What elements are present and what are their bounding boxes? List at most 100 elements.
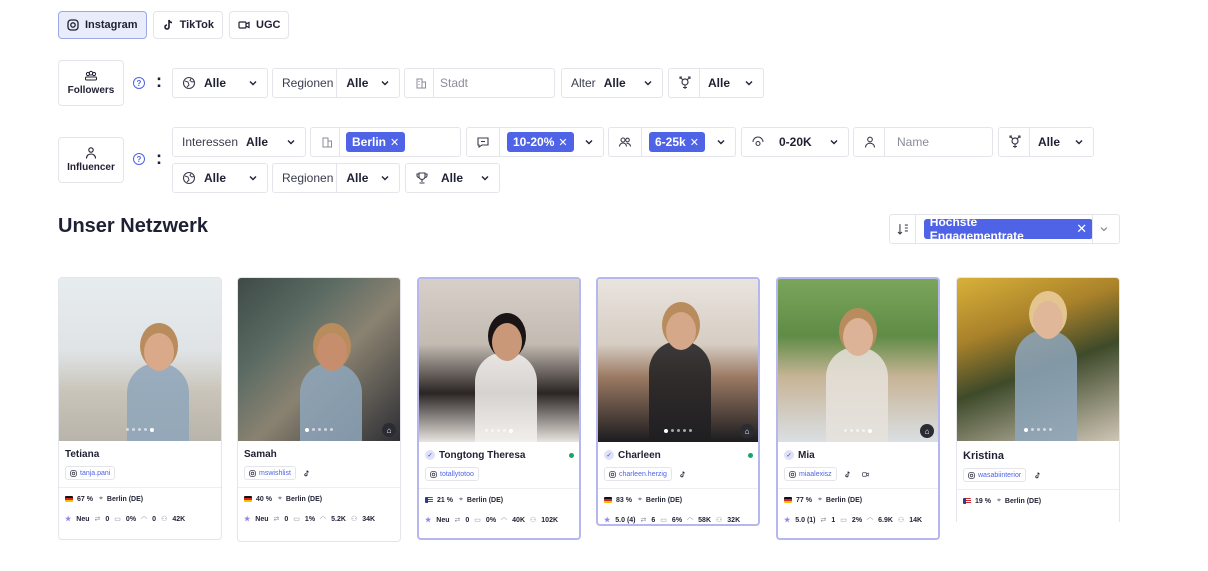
influencer-name-input[interactable]: Name — [853, 127, 993, 157]
divider — [336, 69, 337, 97]
carousel-dot[interactable] — [683, 429, 686, 432]
tiktok-link[interactable] — [841, 467, 855, 481]
influencer-card[interactable]: Kristina wasabiinterior 19 % ⌖ Berlin (DE) — [956, 277, 1120, 522]
remove-chip-icon[interactable]: ✕ — [1076, 221, 1087, 237]
influencer-card[interactable]: ⌂ ✓ Charleen charleen.herzig 83 % ⌖ Berlin (DE… — [596, 277, 760, 526]
person-silhouette — [826, 347, 888, 442]
carousel-dot[interactable] — [509, 429, 513, 433]
carousel-dot[interactable] — [144, 428, 147, 431]
influencer-photo[interactable] — [419, 279, 579, 442]
carousel-dot[interactable] — [497, 429, 500, 432]
carousel-dot[interactable] — [689, 429, 692, 432]
influencer-country-value: Alle — [204, 171, 227, 185]
influencer-engagement-select[interactable]: 10-20% ✕ — [466, 127, 604, 157]
carousel-dot[interactable] — [330, 428, 333, 431]
influencer-reach-select[interactable]: 0-20K — [741, 127, 849, 157]
germany-flag-icon — [65, 496, 73, 502]
remove-chip-icon[interactable]: ✕ — [390, 136, 399, 149]
carousel-dot[interactable] — [856, 429, 859, 432]
carousel-dot[interactable] — [1043, 428, 1046, 431]
card-body: ✓ Tongtong Theresa totallytotoo 21 % ⌖ Berlin… — [419, 442, 579, 531]
card-stats: ★ Neu ⇄ 0 ▭ 0% ◠ 0 ⚇ 42K — [65, 514, 216, 524]
engagement-filter-chip[interactable]: 10-20% ✕ — [507, 132, 574, 152]
tab-instagram[interactable]: Instagram — [58, 11, 147, 39]
tiktok-link[interactable] — [676, 467, 690, 481]
carousel-dot[interactable] — [150, 428, 154, 432]
influencer-card[interactable]: ✓ Tongtong Theresa totallytotoo 21 % ⌖ Berlin… — [417, 277, 581, 540]
influencer-photo[interactable]: ⌂ — [238, 278, 400, 441]
influencer-interests-select[interactable]: Interessen Alle — [172, 127, 306, 157]
carousel-dot[interactable] — [305, 428, 309, 432]
instagram-handle-link[interactable]: charleen.herzig — [604, 467, 672, 481]
influencer-country-select[interactable]: Alle — [172, 163, 268, 193]
carousel-dot[interactable] — [1024, 428, 1028, 432]
followers-age-select[interactable]: Alter Alle — [561, 68, 663, 98]
sort-chip[interactable]: Höchste Engagementrate ✕ — [923, 215, 1094, 243]
carousel-dot[interactable] — [132, 428, 135, 431]
carousel-dot[interactable] — [324, 428, 327, 431]
carousel-dot[interactable] — [1031, 428, 1034, 431]
face — [843, 318, 873, 357]
card-stats: ★ Neu ⇄ 0 ▭ 0% ◠ 40K ⚇ 102K — [425, 515, 574, 525]
instagram-handle-link[interactable]: wasabiinterior — [963, 468, 1027, 482]
tab-tiktok[interactable]: TikTok — [152, 11, 224, 39]
followers-filter-chip[interactable]: 6-25k ✕ — [649, 132, 705, 152]
carousel-dot[interactable] — [862, 429, 865, 432]
followers-help-icon[interactable]: ? — [133, 77, 145, 89]
comment-icon: ▭ — [660, 517, 667, 524]
carousel-dot[interactable] — [671, 429, 674, 432]
carousel-dot[interactable] — [312, 428, 315, 431]
influencer-photo[interactable] — [59, 278, 221, 441]
instagram-handle-link[interactable]: mswishlist — [244, 466, 296, 480]
influencer-card[interactable]: Tetiana tanja.pani 67 % ⌖ Berlin (DE) ★ Neu ⇄ 0 ▭… — [58, 277, 222, 540]
carousel-dot[interactable] — [126, 428, 129, 431]
instagram-handle-link[interactable]: miaalexisz — [784, 467, 837, 481]
influencer-city-input[interactable]: Berlin ✕ — [310, 127, 461, 157]
city-filter-chip[interactable]: Berlin ✕ — [346, 132, 406, 152]
influencer-gender-select[interactable]: Alle — [998, 127, 1094, 157]
rating: Neu — [255, 515, 269, 523]
remove-chip-icon[interactable]: ✕ — [558, 136, 567, 149]
followers-country-select[interactable]: Alle — [172, 68, 268, 98]
ugc-link[interactable] — [859, 467, 873, 481]
influencer-photo[interactable]: ⌂ — [778, 279, 938, 442]
face — [492, 323, 522, 361]
carousel-dot[interactable] — [868, 429, 872, 433]
followers-city-input[interactable]: Stadt — [404, 68, 555, 98]
tiktok-icon — [680, 470, 686, 477]
carousel-dot[interactable] — [485, 429, 488, 432]
followers-gender-select[interactable]: Alle — [668, 68, 764, 98]
sort-select[interactable]: Höchste Engagementrate ✕ — [889, 214, 1120, 244]
tiktok-link[interactable] — [1030, 468, 1044, 482]
users-icon: ⚇ — [350, 516, 358, 523]
instagram-handle-link[interactable]: tanja.pani — [65, 466, 116, 480]
carousel-dot[interactable] — [1049, 428, 1052, 431]
tiktok-link[interactable] — [300, 466, 314, 480]
carousel-dot[interactable] — [318, 428, 321, 431]
carousel-dot[interactable] — [503, 429, 506, 432]
influencer-award-select[interactable]: Alle — [405, 163, 500, 193]
influencer-regions-select[interactable]: Regionen Alle — [272, 163, 400, 193]
influencer-photo[interactable] — [957, 278, 1119, 441]
carousel-dot[interactable] — [1037, 428, 1040, 431]
carousel-dots — [485, 429, 513, 433]
influencer-followers-select[interactable]: 6-25k ✕ — [608, 127, 736, 157]
carousel-dot[interactable] — [138, 428, 141, 431]
social-handles: tanja.pani — [65, 466, 216, 480]
influencer-card[interactable]: ⌂ Samah mswishlist 40 % ⌖ Berlin (DE) ★ Neu ⇄ 0 ▭ 1… — [237, 277, 401, 542]
carousel-dot[interactable] — [844, 429, 847, 432]
chevron-down-icon — [287, 140, 295, 145]
carousel-dot[interactable] — [664, 429, 668, 433]
tab-ugc[interactable]: UGC — [229, 11, 290, 39]
carousel-dot[interactable] — [491, 429, 494, 432]
carousel-dot[interactable] — [850, 429, 853, 432]
instagram-handle-link[interactable]: totallytotoo — [425, 467, 479, 481]
carousel-dot[interactable] — [677, 429, 680, 432]
remove-chip-icon[interactable]: ✕ — [690, 136, 699, 149]
followers-type-label: Followers — [67, 85, 115, 96]
followers-regions-select[interactable]: Regionen Alle — [272, 68, 400, 98]
influencer-card[interactable]: ⌂ ✓ Mia miaalexisz 77 % ⌖ Berlin (DE) ★ 5.0 (1) ⇄… — [776, 277, 940, 540]
influencer-photo[interactable]: ⌂ — [598, 279, 758, 442]
influencer-help-icon[interactable]: ? — [133, 153, 145, 165]
influencer-type-label: Influencer — [67, 162, 115, 173]
